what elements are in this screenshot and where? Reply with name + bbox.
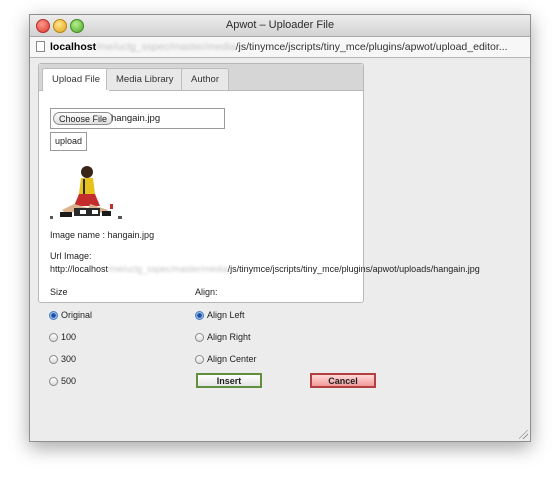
address-blurred: /me/uclg_sspec/master/media (96, 41, 236, 53)
upload-button[interactable]: upload (50, 132, 88, 151)
align-left-radio[interactable] (195, 311, 204, 320)
size-500-radio[interactable] (49, 377, 58, 386)
size-300-label[interactable]: 300 (61, 354, 76, 364)
align-right-radio[interactable] (195, 333, 204, 342)
image-url-blurred: /me/uclg_sspec/master/media (108, 264, 228, 274)
url-label: Url Image: (50, 251, 92, 261)
selected-file-name: hangain.jpg (111, 113, 161, 124)
align-left-label[interactable]: Align Left (207, 310, 245, 320)
image-url-suffix: /js/tinymce/jscripts/tiny_mce/plugins/ap… (227, 264, 480, 274)
file-input[interactable]: Choose File hangain.jpg (50, 108, 225, 129)
size-300-radio[interactable] (49, 355, 58, 364)
window-title: Apwot – Uploader File (225, 19, 335, 31)
title-bar[interactable]: Apwot – Uploader File (30, 15, 530, 37)
uploader-window: Apwot – Uploader File localhost/me/uclg_… (29, 14, 531, 442)
image-url: http://localhost/me/uclg_sspec/master/me… (50, 264, 480, 274)
address-url[interactable]: localhost/me/uclg_sspec/master/media/js/… (50, 41, 525, 53)
address-bar[interactable]: localhost/me/uclg_sspec/master/media/js/… (30, 37, 530, 58)
address-host: localhost (50, 41, 97, 53)
page-icon (36, 41, 45, 52)
align-heading: Align: (195, 287, 218, 297)
insert-button[interactable]: Insert (196, 373, 262, 388)
address-path: /js/tinymce/jscripts/tiny_mce/plugins/ap… (235, 41, 508, 53)
resize-grip-icon[interactable] (519, 430, 528, 439)
image-thumbnail (50, 164, 124, 220)
dialog-content: Upload File Media Library Author Choose … (30, 58, 530, 441)
choose-file-button[interactable]: Choose File (53, 112, 114, 125)
tab-bar: Upload File Media Library Author (39, 64, 363, 91)
align-right-label[interactable]: Align Right (207, 332, 251, 342)
cancel-button[interactable]: Cancel (310, 373, 376, 388)
size-500-label[interactable]: 500 (61, 376, 76, 386)
tab-media-library[interactable]: Media Library (106, 68, 184, 90)
image-url-prefix: http://localhost (50, 264, 109, 274)
size-100-radio[interactable] (49, 333, 58, 342)
tab-panel: Upload File Media Library Author Choose … (38, 63, 480, 303)
size-original-label[interactable]: Original (61, 310, 92, 320)
size-original-radio[interactable] (49, 311, 58, 320)
size-heading: Size (50, 287, 68, 297)
tab-upload-file[interactable]: Upload File (42, 68, 111, 91)
image-name: Image name : hangain.jpg (50, 230, 155, 240)
size-100-label[interactable]: 100 (61, 332, 76, 342)
align-center-label[interactable]: Align Center (207, 354, 257, 364)
align-center-radio[interactable] (195, 355, 204, 364)
tab-author[interactable]: Author (181, 68, 229, 90)
